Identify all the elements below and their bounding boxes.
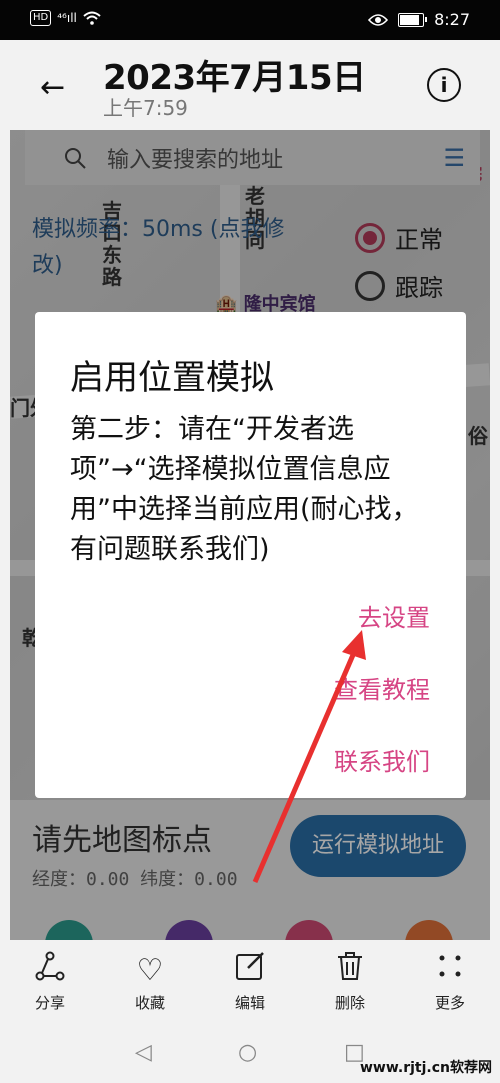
status-bar: HD ⁴⁶ıll 8:27 [0, 0, 500, 40]
favorite-button[interactable]: ♡ 收藏 [110, 950, 190, 1013]
battery-icon [398, 12, 428, 27]
location-mock-dialog: 启用位置模拟 第二步：请在“开发者选项”→“选择模拟位置信息应用”中选择当前应用… [35, 312, 466, 798]
more-button[interactable]: 更多 [410, 950, 490, 1013]
share-label: 分享 [34, 994, 65, 1012]
dialog-title: 启用位置模拟 [70, 358, 274, 398]
view-tutorial-button[interactable]: 查看教程 [334, 670, 430, 705]
edit-button[interactable]: 编辑 [210, 950, 290, 1013]
favorite-label: 收藏 [134, 994, 165, 1012]
more-label: 更多 [434, 994, 465, 1012]
nav-home-icon[interactable]: ○ [238, 1040, 257, 1065]
info-icon[interactable]: i [427, 68, 461, 102]
delete-button[interactable]: 删除 [310, 950, 390, 1013]
nav-back-icon[interactable]: ◁ [135, 1040, 152, 1065]
edit-label: 编辑 [234, 994, 265, 1012]
share-button[interactable]: 分享 [10, 950, 90, 1013]
hd-icon: HD [30, 10, 52, 26]
share-icon [35, 951, 65, 981]
back-arrow-icon[interactable]: ← [40, 70, 65, 105]
edit-icon [236, 952, 264, 980]
eye-icon [368, 13, 389, 26]
contact-us-button[interactable]: 联系我们 [334, 742, 430, 777]
go-settings-button[interactable]: 去设置 [358, 598, 430, 633]
status-time: 8:27 [434, 10, 470, 29]
dialog-body: 第二步：请在“开发者选项”→“选择模拟位置信息应用”中选择当前应用(耐心找，有问… [70, 414, 419, 565]
heart-icon: ♡ [136, 953, 164, 988]
system-nav-bar: ◁ ○ □ www.rjtj.cn软荐网 [0, 1030, 500, 1083]
page-subtitle: 上午7:59 [103, 96, 188, 120]
delete-label: 删除 [334, 994, 365, 1012]
gallery-toolbar: 分享 ♡ 收藏 编辑 删除 更多 [0, 940, 500, 1030]
watermark: www.rjtj.cn软荐网 [359, 1060, 492, 1076]
more-icon [439, 955, 461, 977]
trash-icon [338, 952, 362, 980]
signal-icon: ⁴⁶ıll [57, 11, 77, 25]
gallery-header: ← 2023年7月15日 上午7:59 i [0, 40, 500, 130]
wifi-icon [83, 11, 101, 25]
